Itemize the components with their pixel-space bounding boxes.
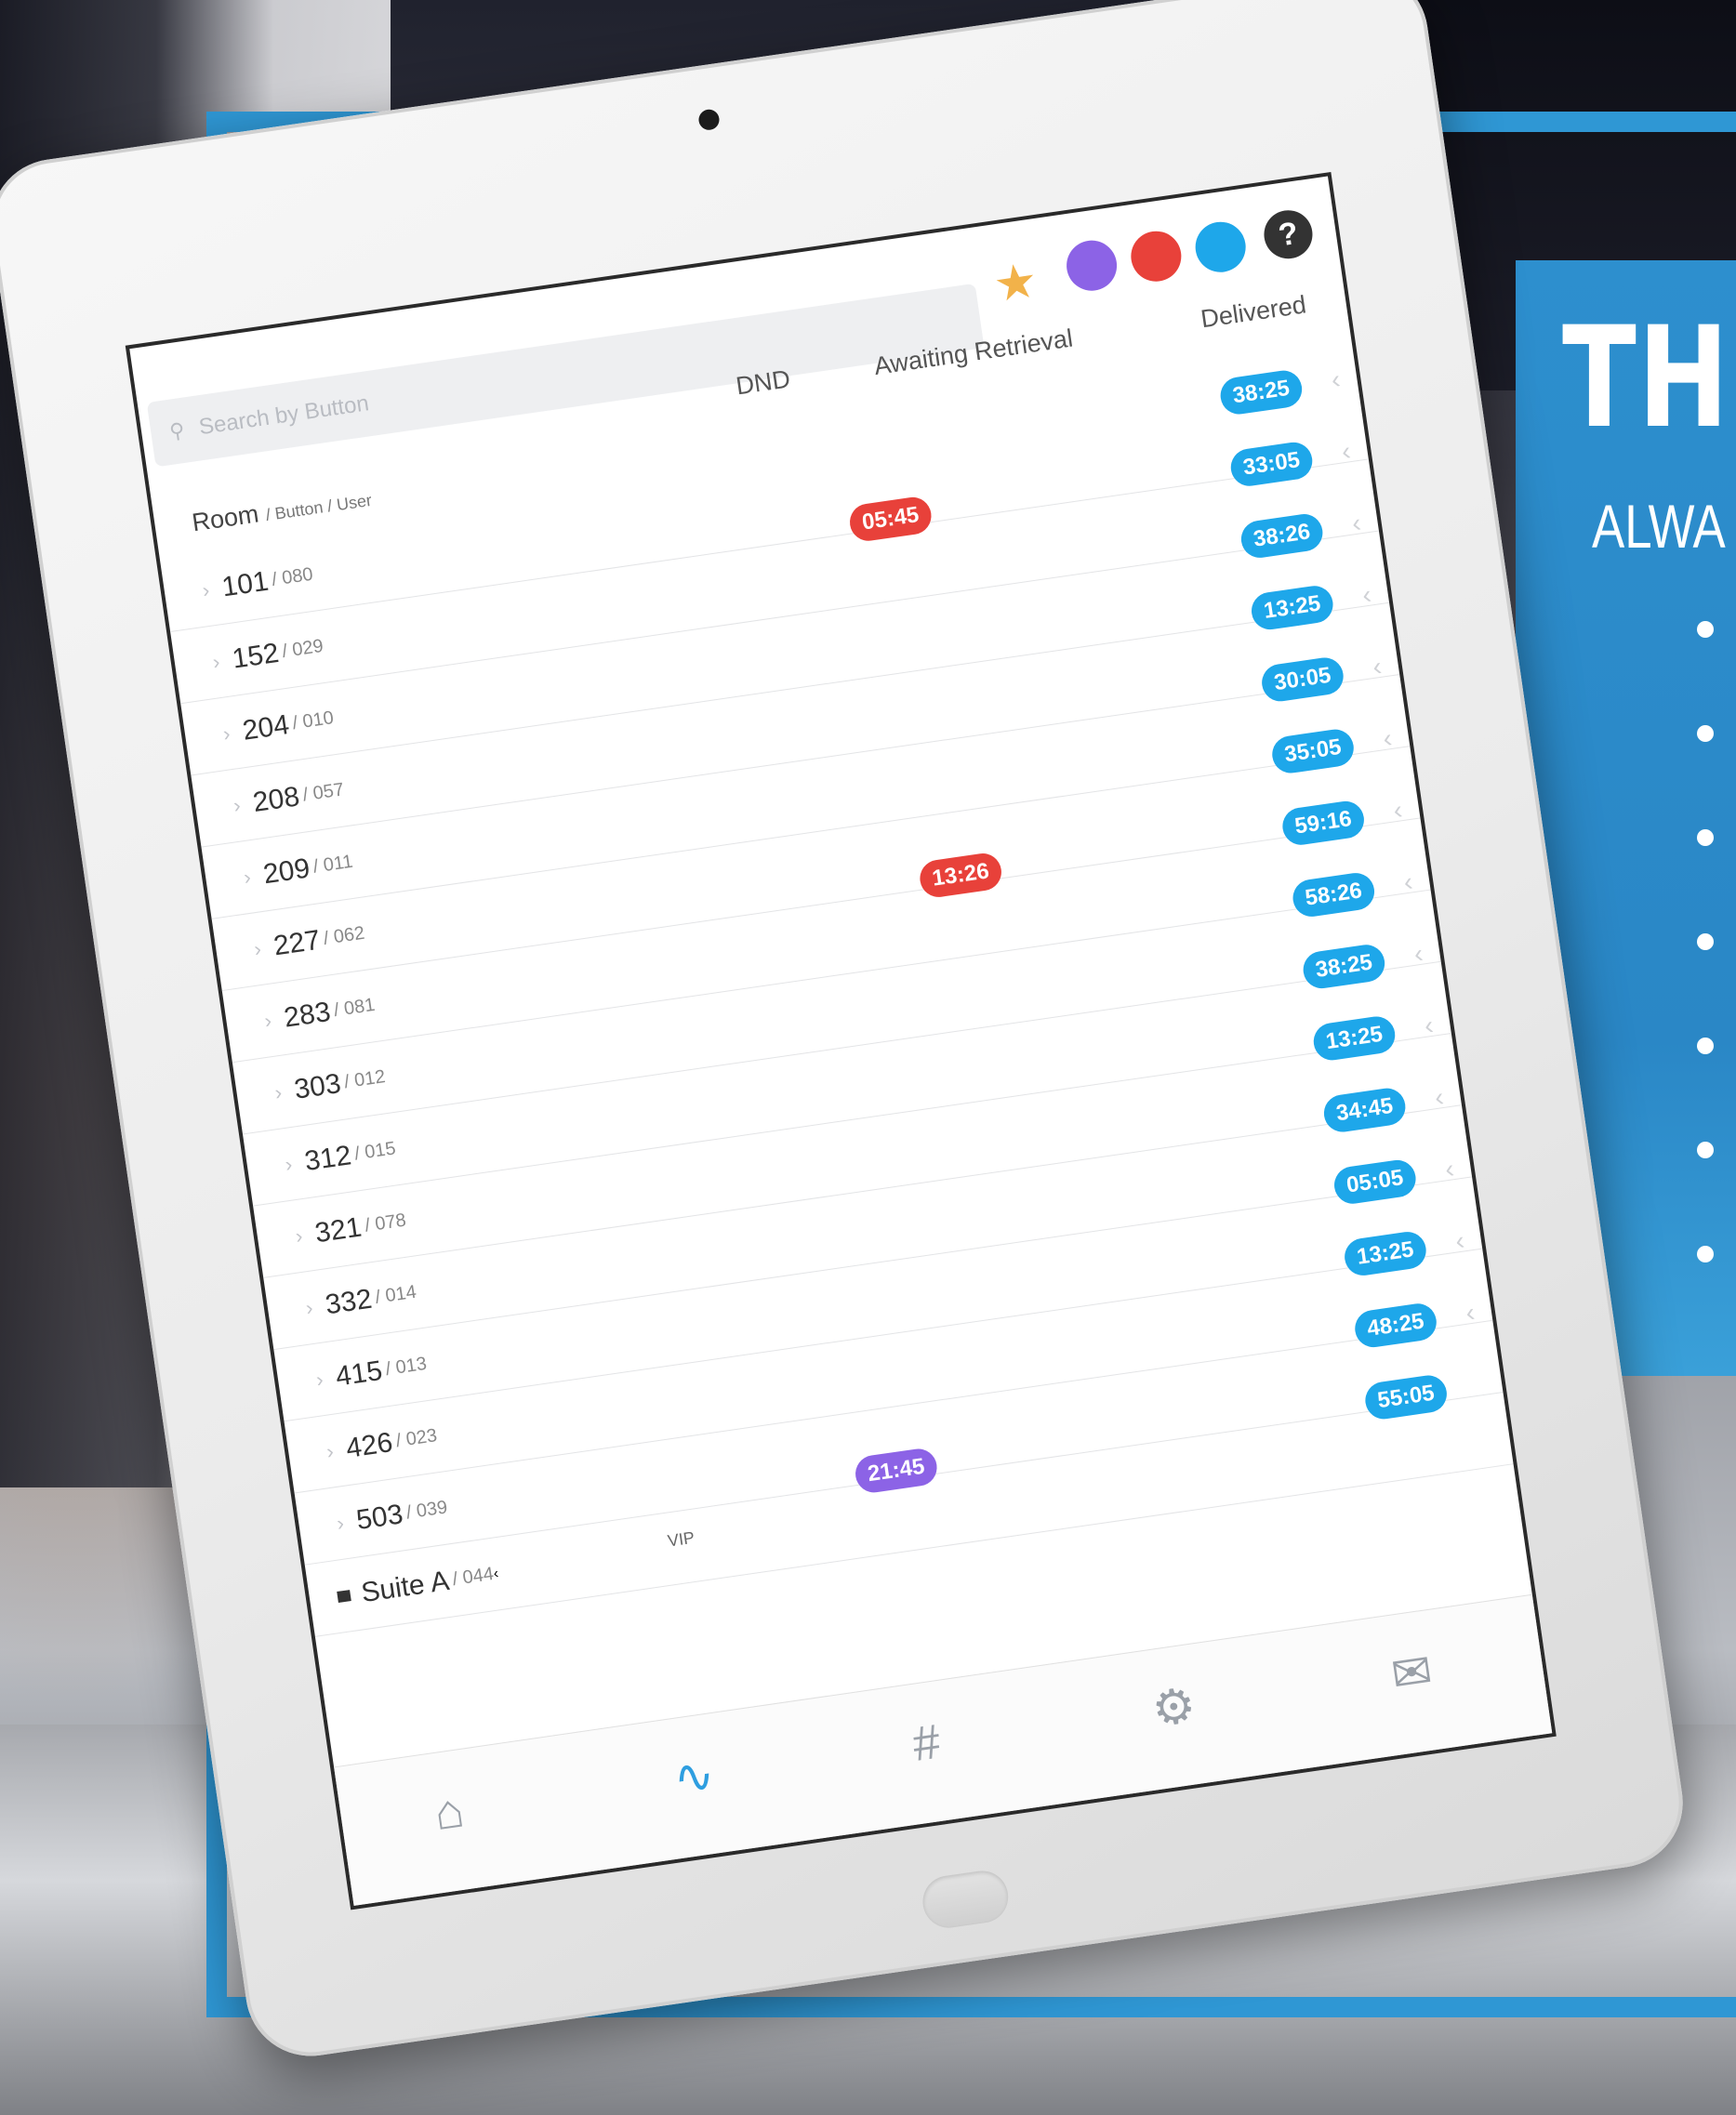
vip-tag: VIP: [666, 1527, 696, 1551]
expand-icon[interactable]: ›: [246, 1152, 294, 1183]
button-id: / 039: [404, 1497, 449, 1524]
red-filter-dot[interactable]: [1127, 228, 1185, 285]
button-id: / 080: [270, 563, 314, 590]
expand-icon[interactable]: ›: [194, 793, 242, 824]
mail-icon[interactable]: ✉: [1388, 1643, 1437, 1704]
expand-icon[interactable]: ›: [215, 936, 263, 967]
button-id: / 011: [311, 851, 355, 878]
button-id: / 012: [342, 1066, 387, 1093]
search-icon: ⚲: [167, 417, 187, 443]
button-id: / 013: [384, 1353, 429, 1381]
gear-icon[interactable]: ⚙: [1148, 1677, 1199, 1738]
button-id: / 014: [374, 1281, 418, 1308]
room-number: Suite A: [359, 1565, 452, 1608]
purple-filter-dot[interactable]: [1063, 237, 1120, 295]
room-number: 332: [323, 1283, 375, 1320]
pulse-icon[interactable]: ∿: [670, 1747, 719, 1808]
button-id: / 015: [352, 1138, 397, 1165]
room-list: › 101 / 080 38:25 ‹ › 152 / 029 05:45 33…: [160, 364, 1514, 1637]
room-header: Room / Button / User: [191, 483, 374, 537]
expand-icon[interactable]: ›: [267, 1295, 314, 1326]
search-placeholder: Search by Button: [197, 390, 371, 441]
room-number: 208: [250, 780, 302, 818]
flag-icon: [337, 1589, 351, 1603]
room-number: 209: [261, 852, 312, 890]
room-number: 152: [230, 637, 281, 675]
button-id: / 044: [451, 1563, 496, 1591]
room-number: 227: [272, 924, 323, 961]
expand-icon[interactable]: ›: [257, 1223, 304, 1254]
room-number: 283: [282, 996, 333, 1034]
expand-icon[interactable]: ›: [277, 1367, 325, 1397]
button-id: / 078: [363, 1210, 408, 1236]
room-number: 204: [240, 708, 292, 747]
button-id: / 010: [291, 707, 336, 734]
expand-icon[interactable]: ›: [205, 865, 252, 895]
button-id: / 023: [394, 1425, 439, 1452]
blue-filter-dot[interactable]: [1192, 218, 1250, 276]
room-number: 303: [292, 1067, 343, 1105]
room-number: 415: [333, 1355, 385, 1393]
room-number: 426: [344, 1426, 395, 1464]
room-number: 321: [312, 1210, 364, 1249]
tablet-device: ⚲ Search by Button ★ ? DND Awaiting Retr…: [0, 0, 1691, 2065]
room-number: 312: [302, 1139, 353, 1177]
button-id: / 029: [280, 635, 325, 662]
expand-icon[interactable]: ›: [287, 1439, 335, 1470]
hash-icon[interactable]: #: [909, 1714, 944, 1774]
expand-icon[interactable]: ›: [225, 1008, 273, 1038]
app-screen: ⚲ Search by Button ★ ? DND Awaiting Retr…: [125, 171, 1557, 1910]
button-id: / 057: [301, 779, 346, 806]
button-id: / 081: [332, 994, 377, 1022]
expand-icon[interactable]: ›: [184, 721, 232, 752]
room-number: 503: [354, 1498, 405, 1536]
home-icon[interactable]: ⌂: [431, 1782, 468, 1842]
help-icon[interactable]: ?: [1261, 206, 1316, 262]
room-header-label: Room: [190, 499, 261, 537]
column-delivered[interactable]: Delivered: [1199, 290, 1307, 334]
expand-icon[interactable]: ›: [174, 649, 221, 680]
swipe-icon[interactable]: ‹: [1330, 364, 1343, 395]
room-header-sub: / Button / User: [264, 490, 374, 525]
button-id: / 062: [322, 922, 366, 949]
expand-icon[interactable]: ›: [236, 1080, 284, 1111]
room-number: 101: [219, 565, 271, 602]
star-filter-icon[interactable]: ★: [990, 254, 1040, 313]
delivered-badge: 38:25: [1217, 368, 1305, 417]
expand-icon[interactable]: ›: [164, 577, 211, 608]
expand-icon[interactable]: ›: [298, 1511, 346, 1541]
